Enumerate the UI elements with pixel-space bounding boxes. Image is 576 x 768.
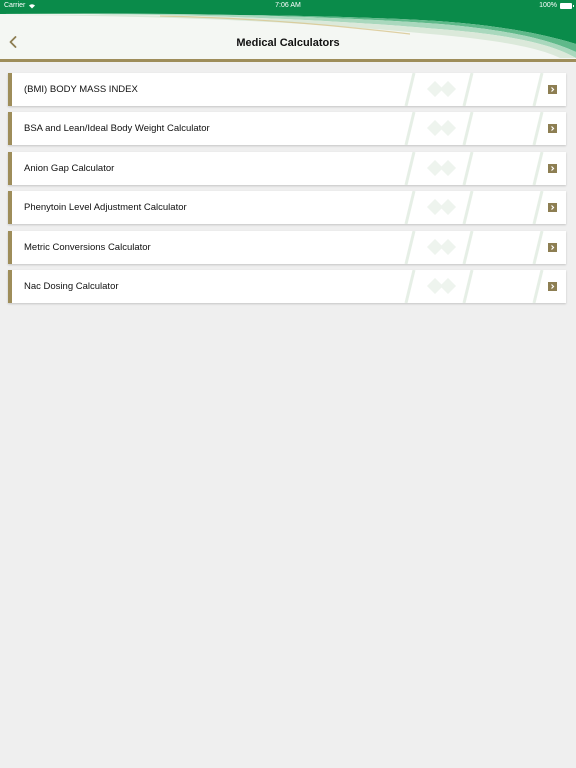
list-item-label: Phenytoin Level Adjustment Calculator	[24, 202, 187, 214]
list-item-label: Anion Gap Calculator	[24, 162, 115, 174]
header-divider	[0, 59, 576, 62]
diamond-pattern-decoration	[404, 73, 544, 106]
list-item-label: BSA and Lean/Ideal Body Weight Calculato…	[24, 123, 210, 135]
status-bar: Carrier 7:06 AM 100%	[0, 0, 576, 12]
list-item-phenytoin-calculator[interactable]: Phenytoin Level Adjustment Calculator	[8, 191, 566, 225]
chevron-right-icon	[548, 85, 557, 94]
diamond-pattern-decoration	[404, 191, 544, 225]
chevron-right-icon	[548, 124, 557, 134]
list-item-label: Nac Dosing Calculator	[24, 280, 119, 292]
chevron-right-icon	[548, 281, 557, 291]
diamond-pattern-decoration	[404, 112, 544, 146]
calculator-list: (BMI) BODY MASS INDEX BSA and Lean/Ideal…	[8, 73, 566, 309]
list-item-label: (BMI) BODY MASS INDEX	[24, 84, 138, 95]
status-time: 7:06 AM	[275, 2, 301, 9]
list-item-nac-dosing-calculator[interactable]: Nac Dosing Calculator	[8, 269, 566, 303]
chevron-right-icon	[548, 203, 557, 213]
diamond-pattern-decoration	[404, 269, 544, 303]
chevron-right-icon	[548, 163, 557, 173]
battery-percent: 100%	[539, 2, 557, 9]
page-title: Medical Calculators	[236, 37, 340, 49]
diamond-pattern-decoration	[404, 151, 544, 185]
list-item-label: Metric Conversions Calculator	[24, 241, 151, 253]
chevron-right-icon	[548, 242, 557, 252]
list-item-metric-conversions-calculator[interactable]: Metric Conversions Calculator	[8, 230, 566, 264]
list-item-bsa-calculator[interactable]: BSA and Lean/Ideal Body Weight Calculato…	[8, 112, 566, 146]
list-item-bmi-calculator[interactable]: (BMI) BODY MASS INDEX	[8, 73, 566, 106]
battery-icon	[560, 2, 574, 9]
diamond-pattern-decoration	[404, 230, 544, 264]
list-item-anion-gap-calculator[interactable]: Anion Gap Calculator	[8, 151, 566, 185]
